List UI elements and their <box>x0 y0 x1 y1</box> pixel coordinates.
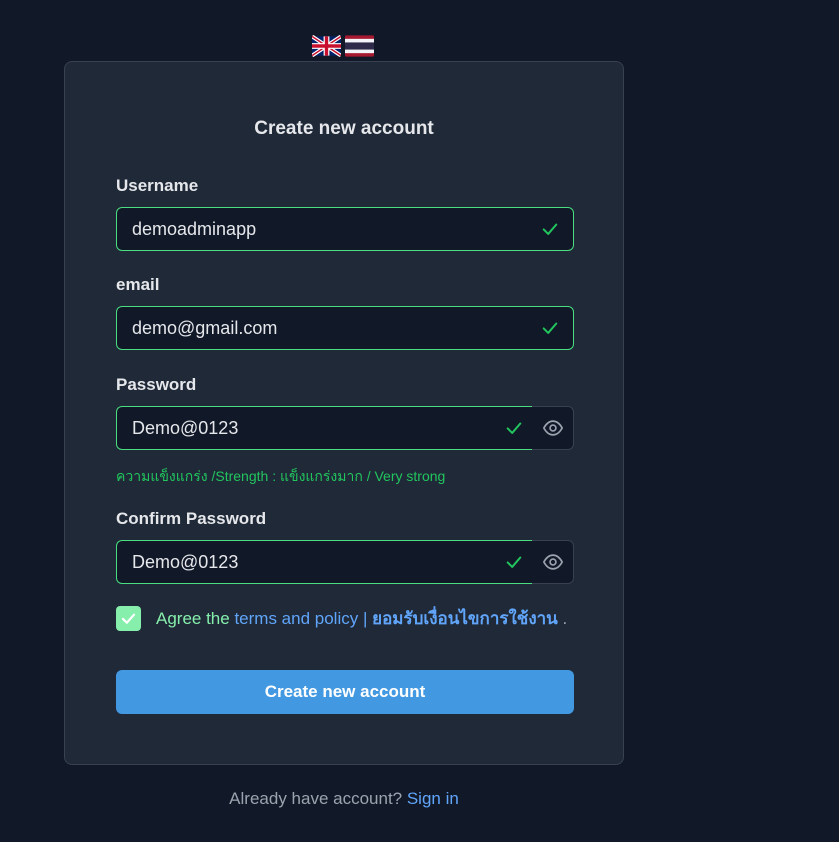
email-field-wrapper <box>116 306 574 350</box>
register-card: Create new account Username email Passwo… <box>64 61 624 765</box>
thai-flag-icon[interactable] <box>345 35 374 57</box>
check-icon <box>506 556 522 568</box>
uk-flag-icon[interactable] <box>312 35 341 57</box>
signin-prompt: Already have account? Sign in <box>0 789 688 809</box>
language-switcher <box>312 35 374 57</box>
password-strength-text: ความแข็งแกร่ง /Strength : แข็งแกร่งมาก /… <box>116 468 446 484</box>
agree-text: Agree the terms and policy | ยอมรับเงื่อ… <box>156 605 567 632</box>
terms-link[interactable]: terms and policy <box>234 609 358 628</box>
password-field-wrapper <box>116 406 533 450</box>
confirm-password-input[interactable] <box>117 551 533 573</box>
check-icon <box>542 223 558 235</box>
email-input[interactable] <box>117 317 573 339</box>
create-account-button[interactable]: Create new account <box>116 670 574 714</box>
signin-prompt-text: Already have account? <box>229 789 407 808</box>
checkmark-icon <box>121 613 136 624</box>
toggle-confirm-password-visibility-button[interactable] <box>532 540 574 584</box>
agree-prefix: Agree the <box>156 609 235 628</box>
agree-terms-row: Agree the terms and policy | ยอมรับเงื่อ… <box>116 605 567 632</box>
agree-checkbox[interactable] <box>116 606 141 631</box>
username-field-wrapper <box>116 207 574 251</box>
eye-icon <box>542 420 563 436</box>
password-input[interactable] <box>117 417 533 439</box>
agree-suffix: . <box>557 609 568 628</box>
email-label: email <box>116 275 160 294</box>
terms-thai-link[interactable]: ยอมรับเงื่อนไขการใช้งาน <box>372 609 558 628</box>
terms-separator: | <box>358 609 373 628</box>
check-icon <box>506 422 522 434</box>
password-label: Password <box>116 375 197 394</box>
toggle-password-visibility-button[interactable] <box>532 406 574 450</box>
form-title: Create new account <box>254 118 434 139</box>
username-label: Username <box>116 176 199 195</box>
username-input[interactable] <box>117 218 573 240</box>
confirm-password-field-wrapper <box>116 540 533 584</box>
confirm-password-label: Confirm Password <box>116 509 267 528</box>
check-icon <box>542 322 558 334</box>
signin-link[interactable]: Sign in <box>407 789 459 808</box>
eye-icon <box>542 554 563 570</box>
